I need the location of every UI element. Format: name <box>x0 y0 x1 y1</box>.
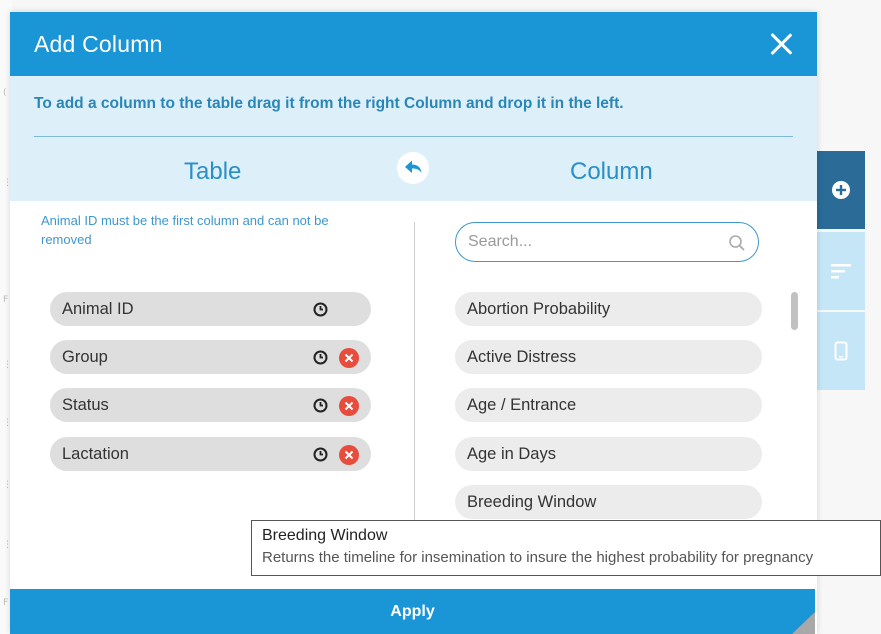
background-mark: F <box>3 295 9 305</box>
search-input[interactable] <box>468 233 718 251</box>
info-band: To add a column to the table drag it fro… <box>10 76 817 201</box>
close-icon[interactable] <box>767 30 795 58</box>
available-column-item[interactable]: Breeding Window <box>455 485 762 519</box>
resize-corner <box>792 612 815 634</box>
side-tab-mobile[interactable] <box>817 312 865 390</box>
available-column-item[interactable]: Abortion Probability <box>455 292 762 326</box>
remove-column-icon[interactable] <box>339 348 359 368</box>
tooltip-title: Breeding Window <box>262 527 388 544</box>
remove-column-icon[interactable] <box>339 445 359 465</box>
clock-icon[interactable] <box>313 302 328 317</box>
table-column-pill[interactable]: Lactation <box>50 437 371 471</box>
scrollbar-thumb[interactable] <box>791 292 798 330</box>
available-column-label: Age / Entrance <box>467 395 577 414</box>
remove-column-icon[interactable] <box>339 396 359 416</box>
available-column-label: Abortion Probability <box>467 299 611 318</box>
band-divider <box>34 136 793 137</box>
table-column-pill[interactable]: Group <box>50 340 371 374</box>
background-mark: ( <box>3 88 7 98</box>
table-column-label: Status <box>62 395 109 414</box>
table-column-label: Lactation <box>62 444 129 463</box>
table-column-label: Group <box>62 347 108 366</box>
panel-divider <box>414 222 415 522</box>
available-column-label: Active Distress <box>467 347 577 366</box>
apply-label: Apply <box>390 602 435 620</box>
mobile-device-icon <box>834 341 848 361</box>
animal-id-note: Animal ID must be the first column and c… <box>41 213 329 247</box>
side-tab-sort[interactable] <box>817 232 865 310</box>
modal-header: Add Column <box>10 12 817 76</box>
available-column-item[interactable]: Age in Days <box>455 437 762 471</box>
tooltip-description: Returns the timeline for insemination to… <box>262 549 814 566</box>
available-column-label: Breeding Window <box>467 492 597 511</box>
background-mark: F <box>3 598 9 608</box>
table-column-pill[interactable]: Status <box>50 388 371 422</box>
search-icon[interactable] <box>728 234 746 252</box>
column-tooltip: Breeding Window Returns the timeline for… <box>251 520 881 576</box>
back-arrow-button[interactable] <box>397 152 429 184</box>
available-column-item[interactable]: Active Distress <box>455 340 762 374</box>
instruction-text: To add a column to the table drag it fro… <box>34 95 624 112</box>
sort-lines-icon <box>831 264 851 279</box>
back-arrow-icon <box>405 160 422 173</box>
table-heading: Table <box>184 158 242 185</box>
table-column-pill[interactable]: Animal ID <box>50 292 371 326</box>
available-column-label: Age in Days <box>467 444 556 463</box>
search-box[interactable] <box>455 222 759 262</box>
plus-circle-icon <box>832 181 850 199</box>
clock-icon[interactable] <box>313 350 328 365</box>
column-heading: Column <box>570 158 653 185</box>
available-column-item[interactable]: Age / Entrance <box>455 388 762 422</box>
apply-button[interactable]: Apply <box>10 589 815 634</box>
modal-title: Add Column <box>34 30 163 57</box>
clock-icon[interactable] <box>313 447 328 462</box>
side-tab-add-column[interactable] <box>817 151 865 229</box>
clock-icon[interactable] <box>313 398 328 413</box>
table-column-label: Animal ID <box>62 299 134 318</box>
